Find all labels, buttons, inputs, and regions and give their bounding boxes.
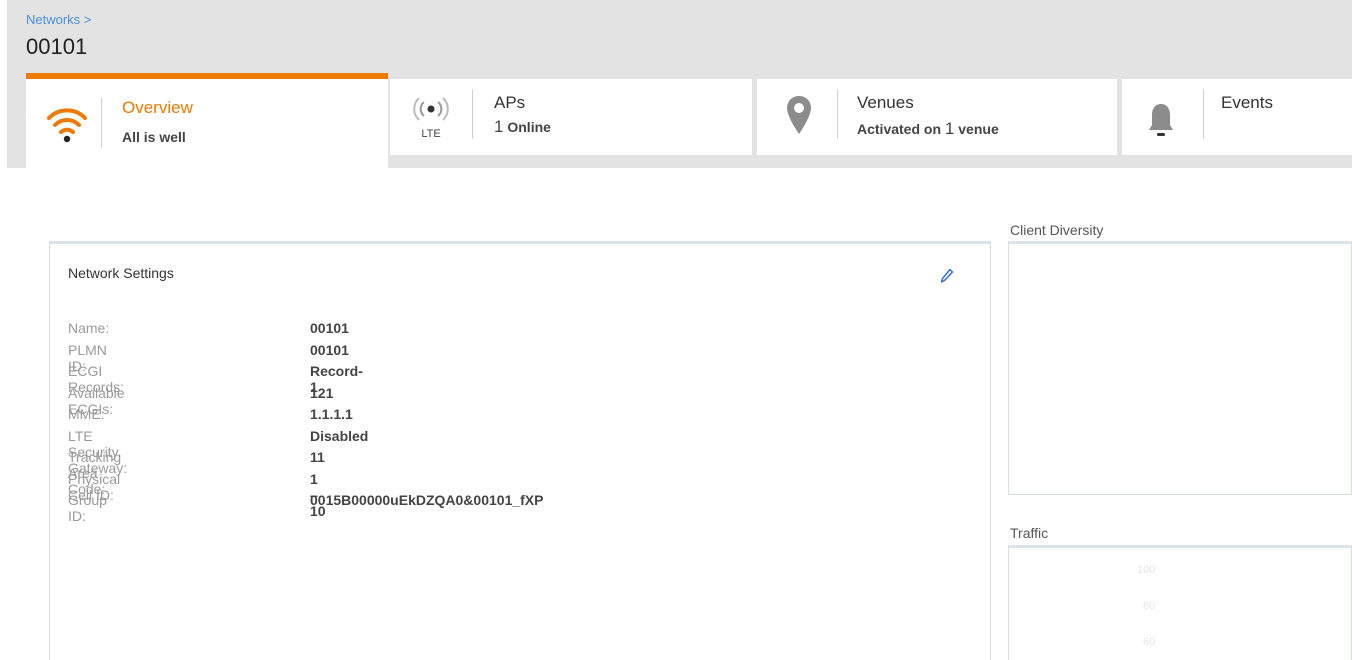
- setting-value: 11: [310, 449, 325, 465]
- lte-antenna-icon: LTE: [412, 91, 450, 143]
- setting-label: MME:: [68, 406, 105, 422]
- bell-icon: [1146, 99, 1176, 143]
- setting-value: 00101: [310, 320, 349, 336]
- left-edge: [0, 0, 7, 660]
- tab-events[interactable]: Events: [1122, 79, 1352, 155]
- tab-divider: [101, 98, 102, 148]
- setting-value: Disabled: [310, 427, 369, 444]
- tab-divider: [1203, 89, 1204, 139]
- venues-count: 1: [944, 119, 955, 138]
- aps-count: 1: [494, 117, 504, 136]
- traffic-panel: 100 80 60: [1008, 545, 1352, 660]
- aps-status-text: Online: [507, 119, 551, 135]
- network-settings-title: Network Settings: [68, 265, 174, 281]
- network-page: Networks > 00101 Overview All is well LT…: [7, 0, 1352, 660]
- venues-prefix: Activated on: [857, 121, 942, 137]
- breadcrumb-networks[interactable]: Networks >: [26, 12, 91, 27]
- tab-divider: [472, 89, 473, 139]
- setting-value: 121: [310, 384, 334, 401]
- tab-overview-status: All is well: [122, 129, 186, 145]
- network-settings-panel: Network Settings Name: 00101 PLMN ID: 00…: [49, 241, 991, 660]
- tab-venues[interactable]: Venues Activated on 1 venue: [757, 79, 1117, 155]
- setting-label: Name:: [68, 320, 110, 336]
- tab-venues-label: Venues: [857, 93, 914, 112]
- wifi-icon: [46, 103, 88, 143]
- lte-caption: LTE: [421, 128, 441, 140]
- tab-aps[interactable]: LTE APs 1 Online: [390, 79, 752, 155]
- client-diversity-title: Client Diversity: [1010, 222, 1104, 238]
- traffic-tick-label: 100: [1137, 564, 1156, 576]
- tab-overview[interactable]: Overview All is well: [26, 73, 388, 168]
- page-header: Networks > 00101 Overview All is well LT…: [7, 0, 1352, 168]
- map-pin-icon: [785, 93, 813, 137]
- tab-aps-label: APs: [494, 93, 526, 112]
- traffic-title: Traffic: [1010, 525, 1049, 541]
- traffic-tick-label: 60: [1143, 636, 1156, 648]
- page-title: 00101: [26, 34, 88, 59]
- setting-value: 1.1.1.1: [310, 406, 353, 422]
- setting-value: 00101: [310, 341, 349, 358]
- edit-pencil-icon[interactable]: [940, 268, 954, 289]
- traffic-tick-label: 80: [1143, 600, 1156, 612]
- tab-events-label: Events: [1221, 93, 1273, 112]
- tab-venues-status: Activated on 1 venue: [857, 119, 999, 139]
- client-diversity-panel: [1008, 241, 1352, 495]
- venues-suffix: venue: [958, 121, 999, 137]
- setting-label: Group ID:: [68, 492, 107, 524]
- tab-divider: [837, 89, 838, 139]
- tab-overview-label: Overview: [122, 98, 193, 117]
- tab-aps-status: 1 Online: [494, 117, 551, 137]
- setting-value: 0015B00000uEkDZQA0&00101_fXP: [310, 492, 544, 508]
